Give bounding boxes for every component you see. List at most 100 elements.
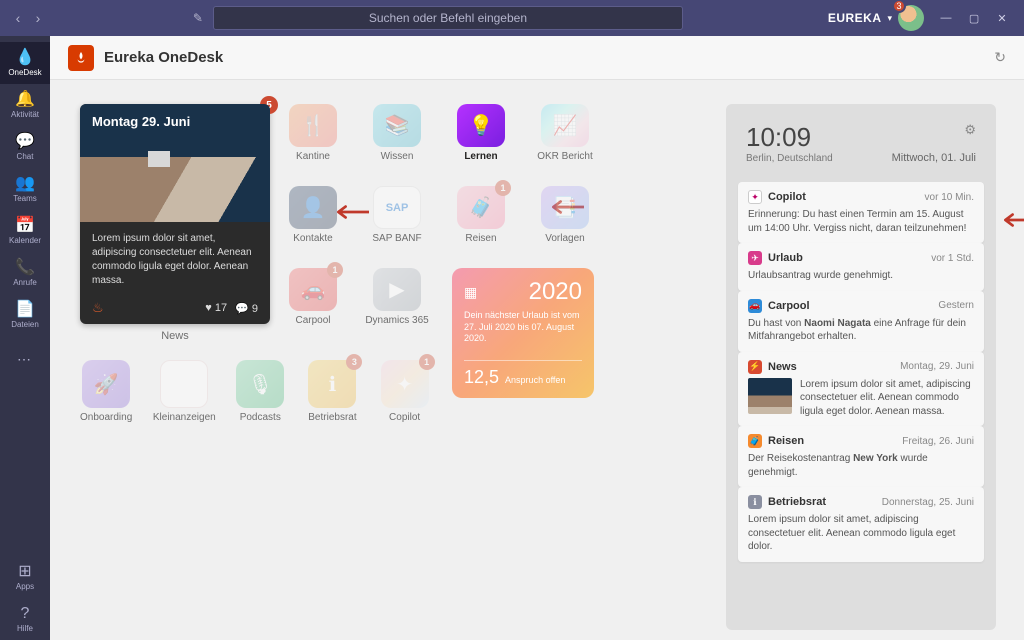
feed-time: Freitag, 26. Juni	[902, 436, 974, 447]
side-date: Mittwoch, 01. Juli	[892, 152, 976, 164]
feed-title: News	[768, 361, 797, 373]
sidebar-label: Kalender	[9, 236, 41, 245]
comments: 💬 9	[235, 302, 258, 315]
window-maximize[interactable]: ▢	[960, 12, 988, 25]
tile-kleinanzeigen[interactable]: ◎Kleinanzeigen	[156, 360, 212, 423]
tile-label: Dynamics 365	[365, 315, 428, 326]
avatar[interactable]: 3	[898, 5, 924, 31]
tile-badge: 1	[327, 262, 343, 278]
sidebar-icon: 📅	[15, 218, 35, 234]
sidebar-item-onedesk[interactable]: 💧OneDesk	[0, 42, 50, 84]
sidebar-label: Anrufe	[13, 278, 37, 287]
tile-label: Vorlagen	[545, 233, 584, 244]
feed-title: Copilot	[768, 191, 806, 203]
feed-time: vor 1 Std.	[931, 253, 974, 264]
feed-item-copilot[interactable]: ✦Copilotvor 10 Min.Erinnerung: Du hast e…	[738, 182, 984, 243]
feed-title: Reisen	[768, 435, 804, 447]
side-time: 10:09	[746, 122, 833, 153]
tile-carpool[interactable]: 🚗1Carpool	[284, 268, 342, 326]
tile-label: SAP BANF	[372, 233, 421, 244]
refresh-icon[interactable]: ↻	[994, 49, 1006, 66]
titlebar: ‹ › ✎ Suchen oder Befehl eingeben EUREKA…	[0, 0, 1024, 36]
feed-item-betriebsrat[interactable]: ℹBetriebsratDonnerstag, 25. JuniLorem ip…	[738, 487, 984, 562]
tile-okr-bericht[interactable]: 📈OKR Bericht	[536, 104, 594, 162]
tile-lernen[interactable]: 💡Lernen	[452, 104, 510, 162]
feed-body: Erinnerung: Du hast einen Termin am 15. …	[748, 208, 974, 235]
feed-title: Carpool	[768, 300, 810, 312]
tile-badge: 1	[495, 180, 511, 196]
feed-time: Gestern	[938, 300, 974, 311]
feed-time: Donnerstag, 25. Juni	[882, 497, 974, 508]
feed-icon: 🚗	[748, 299, 762, 313]
tile-podcasts[interactable]: 🎙Podcasts	[236, 360, 284, 423]
sidebar-item-kalender[interactable]: 📅 Kalender	[0, 210, 50, 252]
tile-label: Reisen	[465, 233, 496, 244]
side-location: Berlin, Deutschland	[746, 153, 833, 164]
feed-body: Der Reisekostenantrag New York wurde gen…	[748, 452, 974, 479]
sidebar-apps[interactable]: ⊞Apps	[0, 556, 50, 598]
news-footer: ♨ ♥ 17 💬 9	[80, 296, 270, 324]
sidebar-item-chat[interactable]: 💬 Chat	[0, 126, 50, 168]
tile-urlaub[interactable]: ▦2020Dein nächster Urlaub ist vom 27. Ju…	[452, 268, 594, 398]
sidebar-hilfe[interactable]: ?Hilfe	[0, 598, 50, 640]
sidebar-label: Dateien	[11, 320, 39, 329]
sidebar-icon: 💧	[15, 50, 35, 66]
window-minimize[interactable]: —	[932, 12, 960, 24]
tile-onboarding[interactable]: 🚀Onboarding	[80, 360, 132, 423]
sidebar-item-dateien[interactable]: 📄 Dateien	[0, 294, 50, 336]
likes: ♥ 17	[205, 302, 227, 315]
feed-item-carpool[interactable]: 🚗CarpoolGesternDu hast von Naomi Nagata …	[738, 291, 984, 352]
tile-label: Carpool	[295, 315, 330, 326]
news-card[interactable]: 5 Montag 29. Juni Lorem ipsum dolor sit …	[80, 104, 270, 324]
forward-button[interactable]: ›	[28, 8, 48, 28]
page-title: Eureka OneDesk	[104, 49, 223, 66]
sidebar-icon: 👥	[15, 176, 35, 192]
feed-item-urlaub[interactable]: ✈Urlaubvor 1 Std.Urlaubsantrag wurde gen…	[738, 243, 984, 291]
tile-dynamics-365[interactable]: ▶Dynamics 365	[368, 268, 426, 326]
user-name: EUREKA	[828, 11, 882, 25]
chevron-down-icon: ▾	[887, 13, 892, 24]
window-close[interactable]: ✕	[988, 12, 1016, 25]
sidebar-item-aktivität[interactable]: 🔔 Aktivität	[0, 84, 50, 126]
sidebar-item-anrufe[interactable]: 📞 Anrufe	[0, 252, 50, 294]
sidebar-label: Teams	[13, 194, 37, 203]
back-button[interactable]: ‹	[8, 8, 28, 28]
search-input[interactable]: Suchen oder Befehl eingeben	[213, 6, 683, 30]
feed-icon: ⚡	[748, 360, 762, 374]
tile-kontakte[interactable]: 👤Kontakte	[284, 186, 342, 244]
tile-label: Wissen	[381, 151, 414, 162]
feed-item-news[interactable]: ⚡NewsMontag, 29. JuniLorem ipsum dolor s…	[738, 352, 984, 427]
tile-vorlagen[interactable]: 📑Vorlagen	[536, 186, 594, 244]
brand-icon	[68, 45, 94, 71]
tile-label: Kleinanzeigen	[153, 412, 216, 423]
sidebar-icon: 🔔	[15, 92, 35, 108]
sidebar-label: Aktivität	[11, 110, 39, 119]
settings-icon[interactable]: ⚙	[964, 122, 976, 138]
tile-kantine[interactable]: 🍴Kantine	[284, 104, 342, 162]
feed-icon: ℹ	[748, 495, 762, 509]
tile-label: News	[80, 330, 270, 342]
sidebar-label: Chat	[17, 152, 34, 161]
tile-wissen[interactable]: 📚Wissen	[368, 104, 426, 162]
sidebar-item-teams[interactable]: 👥 Teams	[0, 168, 50, 210]
feed-icon: ✦	[748, 190, 762, 204]
leftbar: 💧OneDesk 🔔 Aktivität 💬 Chat 👥 Teams 📅 Kalender 📞 A…	[0, 36, 50, 640]
feed-title: Urlaub	[768, 252, 803, 264]
news-image: Montag 29. Juni	[80, 104, 270, 222]
feed-thumb	[748, 378, 792, 414]
tile-sap-banf[interactable]: SAPSAP BANF	[368, 186, 426, 244]
tile-label: OKR Bericht	[537, 151, 593, 162]
calendar-icon: ▦	[464, 284, 477, 301]
sidebar-icon: 📞	[15, 260, 35, 276]
tile-reisen[interactable]: 🧳1Reisen	[452, 186, 510, 244]
annotation-arrow-3	[1000, 213, 1024, 227]
sidebar-icon: 📄	[15, 302, 35, 318]
sidebar-more[interactable]: ⋯	[0, 338, 50, 380]
tile-label: Onboarding	[80, 412, 132, 423]
feed-item-reisen[interactable]: 🧳ReisenFreitag, 26. JuniDer Reisekostena…	[738, 426, 984, 487]
user-menu[interactable]: EUREKA ▾ 3	[828, 5, 924, 31]
feed-title: Betriebsrat	[768, 496, 826, 508]
compose-icon[interactable]: ✎	[193, 11, 203, 25]
sidebar-icon: 💬	[15, 134, 35, 150]
feed-icon: ✈	[748, 251, 762, 265]
